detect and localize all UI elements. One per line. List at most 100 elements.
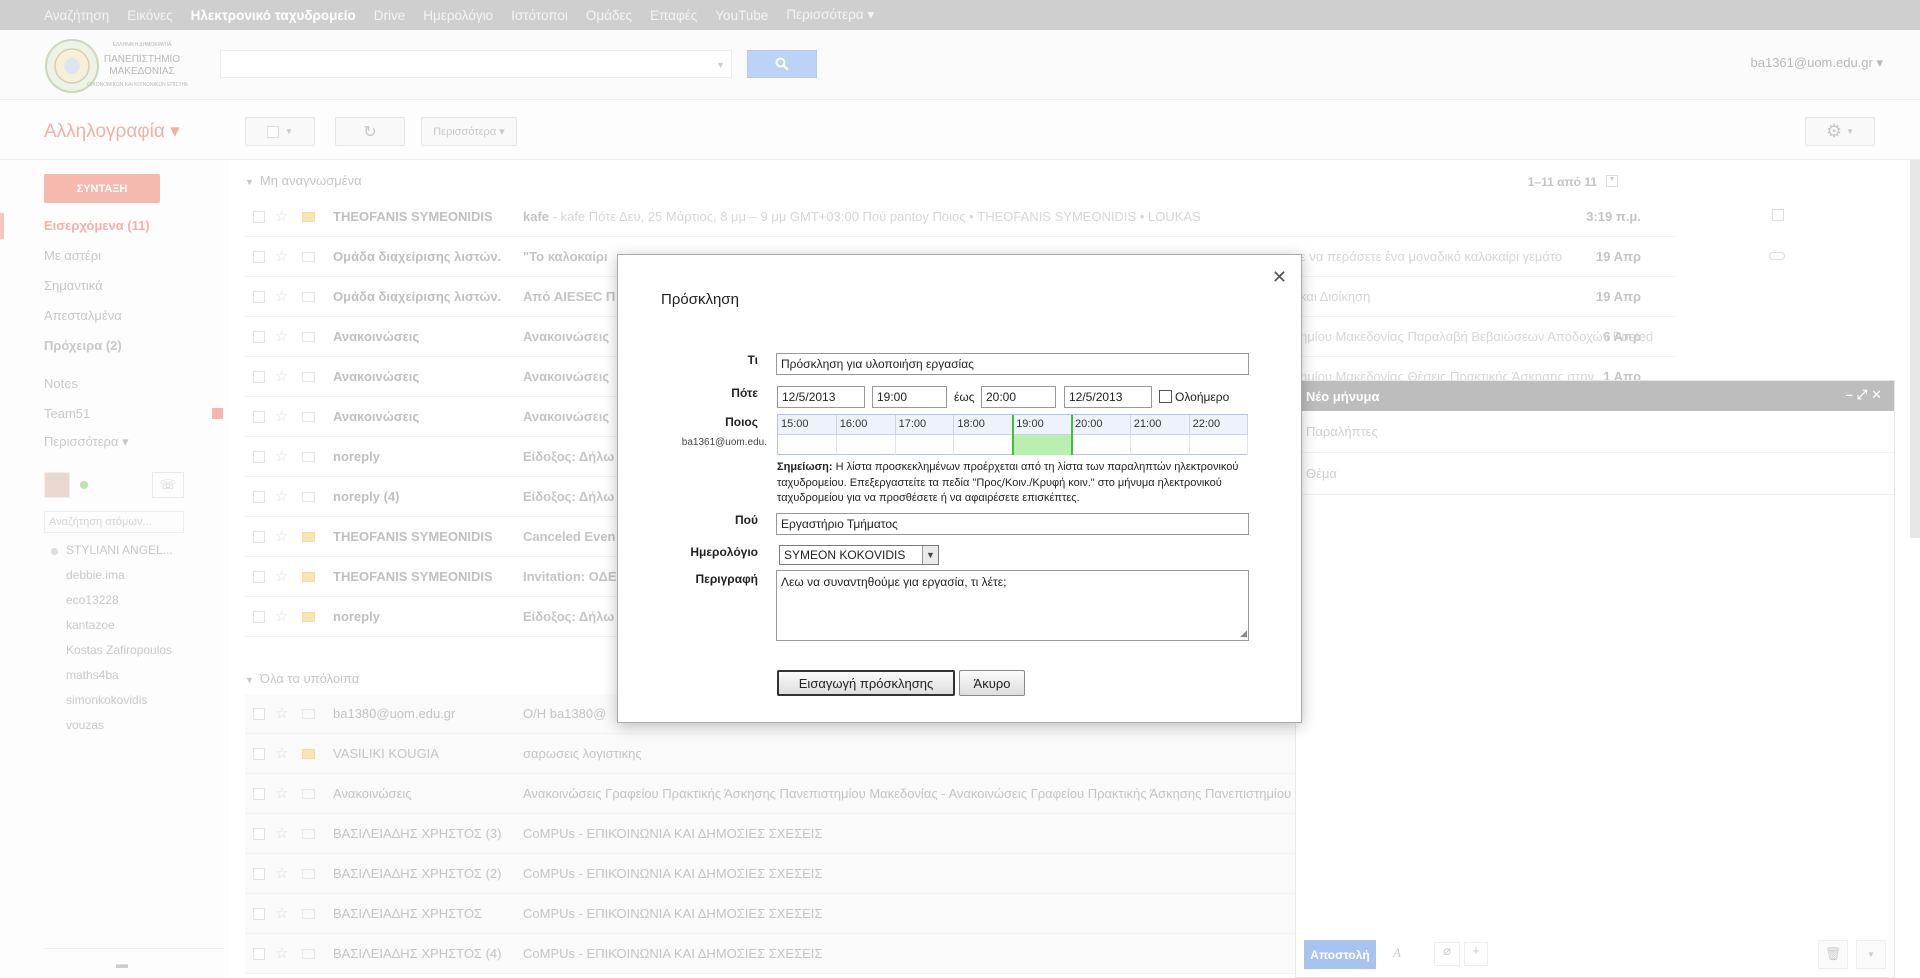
star-icon[interactable]: ☆ xyxy=(275,287,288,305)
sidebar-item-starred[interactable]: Με αστέρι xyxy=(44,248,101,263)
sidebar-item-more[interactable]: Περισσότερα ▾ xyxy=(44,434,129,450)
table-row[interactable]: ☆ ΒΑΣΙΛΕΙΑΔΗΣ ΧΡΗΣΤΟΣ CoMPUs - ΕΠΙΚΟΙΝΩΝΙΑ… xyxy=(245,894,1295,934)
chat-contact[interactable]: STYLIANI ANGEL... xyxy=(66,543,173,557)
star-icon[interactable]: ☆ xyxy=(275,864,288,882)
topnav-groups[interactable]: Ομάδες xyxy=(586,8,632,23)
label-icon[interactable] xyxy=(302,492,315,502)
select-all-button[interactable]: ▼ xyxy=(245,117,315,146)
cancel-button[interactable]: Άκυρο xyxy=(959,670,1025,696)
star-icon[interactable]: ☆ xyxy=(275,824,288,842)
star-icon[interactable]: ☆ xyxy=(275,744,288,762)
star-icon[interactable]: ☆ xyxy=(275,407,288,425)
row-checkbox[interactable] xyxy=(253,571,265,583)
start-time-input[interactable]: 19:00 xyxy=(872,386,947,408)
row-checkbox[interactable] xyxy=(253,908,265,920)
sidebar-item-important[interactable]: Σημαντικά xyxy=(44,278,103,293)
row-checkbox[interactable] xyxy=(253,251,265,263)
label-icon[interactable] xyxy=(302,292,315,302)
grid-cell[interactable] xyxy=(1131,435,1190,455)
row-checkbox[interactable] xyxy=(253,708,265,720)
chevron-down-icon[interactable]: ▼ xyxy=(1606,175,1618,187)
label-icon[interactable] xyxy=(302,829,315,839)
chat-bubble-icon[interactable]: ▬ xyxy=(116,957,128,971)
topnav-mail[interactable]: Ηλεκτρονικό ταχυδρομείο xyxy=(191,8,356,23)
expand-icon[interactable]: ⤢ xyxy=(1857,387,1871,402)
availability-grid[interactable]: 15:00 16:00 17:00 18:00 19:00 20:00 21:00 22:00 xyxy=(777,414,1249,455)
topnav-search[interactable]: Αναζήτηση xyxy=(44,8,109,23)
table-row[interactable]: ☆ ΒΑΣΙΛΕΙΑΔΗΣ ΧΡΗΣΤΟΣ (2) CoMPUs - ΕΠΙΚΟΙΝ… xyxy=(245,854,1295,894)
topnav-sites[interactable]: Ιστότοποι xyxy=(511,8,568,23)
table-row[interactable]: ☆ VASILIKI KOUGIA σαρωσεις λογιστικης xyxy=(245,734,1295,774)
university-logo[interactable]: ΕΛΛΗΝΙΚΗ ΔΗΜΟΚΡΑΤΙΑ ΠΑΝΕΠΙΣΤΗΜΙΟ ΜΑΚΕΔΟΝ… xyxy=(44,36,197,96)
star-icon[interactable]: ☆ xyxy=(275,904,288,922)
insert-more-icon[interactable]: + xyxy=(1464,942,1488,966)
insert-invitation-button[interactable]: Εισαγωγή πρόσκλησης xyxy=(777,670,955,696)
compose-button[interactable]: ΣΥΝΤΑΞΗ xyxy=(44,174,160,203)
send-button[interactable]: Αποστολή xyxy=(1304,940,1376,969)
topnav-more[interactable]: Περισσότερα ▾ xyxy=(786,7,874,23)
start-date-input[interactable]: 12/5/2013 xyxy=(777,386,865,408)
sidebar-item-notes[interactable]: Notes xyxy=(44,376,78,391)
row-checkbox[interactable] xyxy=(253,291,265,303)
star-icon[interactable]: ☆ xyxy=(275,607,288,625)
grid-cell[interactable] xyxy=(954,435,1014,455)
description-textarea[interactable]: Λεω να συναντηθούμε για εργασία, τι λέτε… xyxy=(776,570,1249,641)
label-icon[interactable] xyxy=(302,372,315,382)
table-row[interactable]: ☆ Ανακοινώσεις Ανακοινώσεις Γραφείου Πρακτ… xyxy=(245,774,1295,814)
chat-contact[interactable]: simonkokovidis xyxy=(66,693,147,707)
refresh-button[interactable]: ↻ xyxy=(335,117,405,146)
chat-contact[interactable]: eco13228 xyxy=(66,593,119,607)
end-date-input[interactable]: 12/5/2013 xyxy=(1064,386,1152,408)
star-icon[interactable]: ☆ xyxy=(275,567,288,585)
chat-contact[interactable]: vouzas xyxy=(66,718,104,732)
row-checkbox[interactable] xyxy=(253,611,265,623)
row-checkbox[interactable] xyxy=(253,411,265,423)
label-icon[interactable] xyxy=(302,949,315,959)
star-icon[interactable]: ☆ xyxy=(275,447,288,465)
close-icon[interactable]: ✕ xyxy=(1871,387,1886,402)
label-icon[interactable] xyxy=(302,572,315,582)
sidebar-item-sent[interactable]: Απεσταλμένα xyxy=(44,308,122,323)
chat-search-input[interactable]: Αναζήτηση ατόμων... xyxy=(44,511,184,533)
topnav-contacts[interactable]: Επαφές xyxy=(650,8,697,23)
attach-icon[interactable]: ⌀ xyxy=(1434,942,1460,966)
compose-header[interactable]: Νέο μήνυμα –⤢✕ xyxy=(1296,381,1894,411)
star-icon[interactable]: ☆ xyxy=(275,207,288,225)
star-icon[interactable]: ☆ xyxy=(275,487,288,505)
what-input[interactable]: Πρόσκληση για υλοποιήση εργασίας xyxy=(776,353,1249,375)
end-time-input[interactable]: 20:00 xyxy=(981,386,1056,408)
row-checkbox[interactable] xyxy=(253,331,265,343)
star-icon[interactable]: ☆ xyxy=(275,704,288,722)
account-email[interactable]: ba1361@uom.edu.gr ▾ xyxy=(1751,55,1883,71)
close-icon[interactable]: ✕ xyxy=(1272,267,1287,288)
table-row[interactable]: ☆ ΒΑΣΙΛΕΙΑΔΗΣ ΧΡΗΣΤΟΣ (4) CoMPUs - ΕΠΙΚΟΙΝ… xyxy=(245,934,1295,974)
star-icon[interactable]: ☆ xyxy=(275,784,288,802)
chevron-down-icon[interactable]: ▼ xyxy=(922,546,938,564)
table-row[interactable]: ☆ THEOFANIS SYMEONIDIS kafe - kafe Πότε Δε… xyxy=(245,197,1675,237)
row-checkbox[interactable] xyxy=(253,371,265,383)
resize-handle-icon[interactable]: ◢ xyxy=(1240,628,1247,639)
star-icon[interactable]: ☆ xyxy=(275,527,288,545)
sidebar-item-drafts[interactable]: Πρόχειρα (2) xyxy=(44,338,122,353)
label-icon[interactable] xyxy=(302,749,315,759)
row-checkbox[interactable] xyxy=(253,211,265,223)
chat-contact[interactable]: debbie.ima xyxy=(66,568,125,582)
row-checkbox[interactable] xyxy=(253,828,265,840)
topnav-calendar[interactable]: Ημερολόγιο xyxy=(423,8,493,23)
label-icon[interactable] xyxy=(302,909,315,919)
mail-app-title[interactable]: Αλληλογραφία ▾ xyxy=(44,120,180,143)
label-icon[interactable] xyxy=(302,252,315,262)
label-icon[interactable] xyxy=(302,532,315,542)
allday-checkbox[interactable] xyxy=(1159,390,1172,403)
row-checkbox[interactable] xyxy=(253,788,265,800)
label-icon[interactable] xyxy=(302,612,315,622)
label-icon[interactable] xyxy=(302,212,315,222)
page-scrollbar[interactable] xyxy=(1910,160,1920,538)
search-options-icon[interactable]: ▼ xyxy=(716,60,725,70)
label-icon[interactable] xyxy=(302,869,315,879)
row-checkbox[interactable] xyxy=(253,868,265,880)
star-icon[interactable]: ☆ xyxy=(275,327,288,345)
topnav-drive[interactable]: Drive xyxy=(374,8,406,23)
sidebar-item-inbox[interactable]: Εισερχόμενα (11) xyxy=(44,218,150,233)
label-icon[interactable] xyxy=(302,452,315,462)
